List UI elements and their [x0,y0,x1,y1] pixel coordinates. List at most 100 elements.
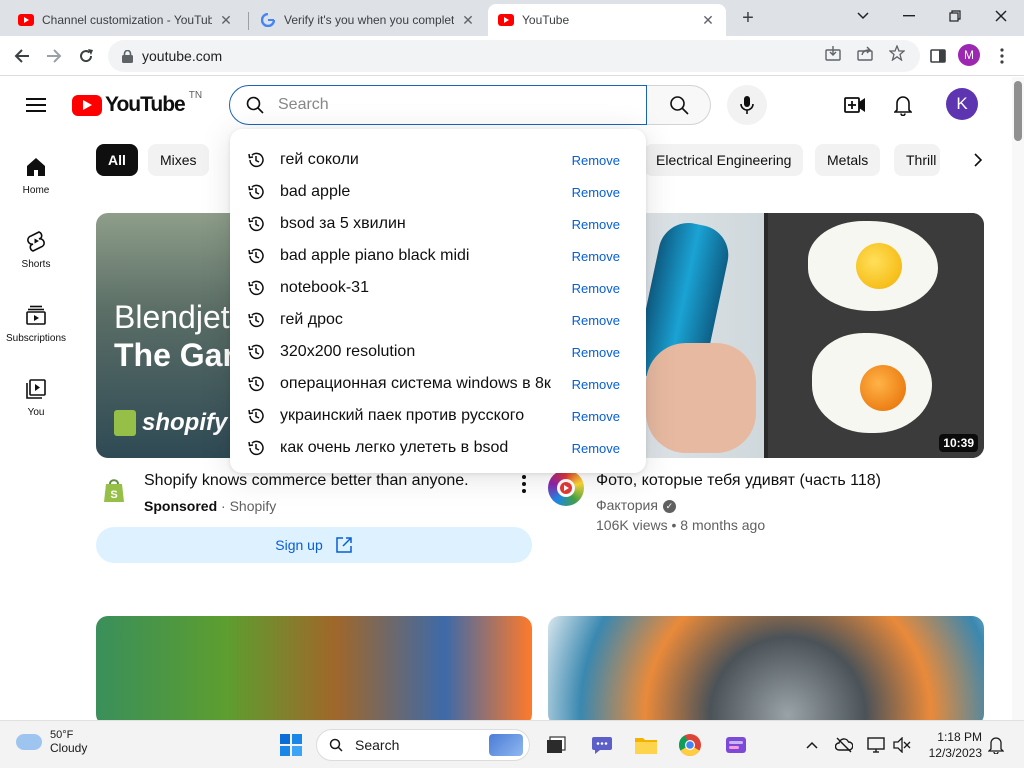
rail-item-home[interactable]: Home [0,155,72,196]
more-actions-icon[interactable] [516,474,532,494]
lock-icon[interactable] [120,49,134,63]
tab-search-chevron-icon[interactable] [848,4,878,28]
new-tab-plus-icon[interactable]: + [736,6,760,30]
history-icon [246,310,266,330]
suggestion-item[interactable]: bsod за 5 хвилин Remove [230,208,646,240]
suggestion-item[interactable]: гей дрос Remove [230,304,646,336]
windows-start-icon[interactable] [277,731,305,759]
remove-suggestion-link[interactable]: Remove [572,313,620,328]
browser-profile-avatar[interactable]: M [958,44,980,66]
video-title[interactable]: Shopify knows commerce better than anyon… [144,472,469,490]
create-video-icon[interactable] [843,93,867,117]
channel-avatar[interactable]: S [96,472,132,508]
remove-suggestion-link[interactable]: Remove [572,377,620,392]
voice-search-button[interactable] [727,85,767,125]
notifications-bell-icon[interactable] [891,93,915,117]
channel-avatar[interactable] [548,470,584,506]
close-tab-icon[interactable]: ✕ [460,12,476,28]
suggestion-list: гей соколи Remove bad apple Remove bsod за 5… [230,144,646,464]
notifications-bell-icon[interactable] [986,735,1006,755]
sign-up-button[interactable]: Sign up [96,527,532,563]
weather-widget[interactable]: 50°F Cloudy [16,729,87,755]
bookmark-star-icon[interactable] [888,44,906,62]
search-box[interactable] [229,85,647,125]
more-menu-icon[interactable] [988,42,1016,70]
suggestion-item[interactable]: 320x200 resolution Remove [230,336,646,368]
chrome-icon[interactable] [676,731,704,759]
close-tab-icon[interactable]: ✕ [218,12,234,28]
minimize-icon[interactable] [894,4,924,28]
cloud-sync-off-icon[interactable] [834,735,854,755]
system-clock[interactable]: 1:18 PM 12/3/2023 [922,729,982,761]
chip-electrical-engineering[interactable]: Electrical Engineering [644,144,804,176]
task-view-icon[interactable] [542,731,570,759]
close-tab-icon[interactable]: ✕ [700,12,716,28]
volume-muted-icon[interactable] [892,735,912,755]
remove-suggestion-link[interactable]: Remove [572,153,620,168]
home-icon [24,155,48,179]
thumbnail-text: The Gan [114,337,243,373]
rail-label: Subscriptions [5,333,67,344]
remove-suggestion-link[interactable]: Remove [572,217,620,232]
remove-suggestion-link[interactable]: Remove [572,281,620,296]
suggestion-item[interactable]: notebook-31 Remove [230,272,646,304]
tab-verify[interactable]: Verify it's you when you complete ✕ [250,4,486,36]
remove-suggestion-link[interactable]: Remove [572,441,620,456]
youtube-logo[interactable]: YouTube TN [72,90,202,117]
video-thumbnail[interactable] [548,616,984,726]
forward-arrow-icon[interactable] [40,42,68,70]
search-button[interactable] [647,85,711,125]
sign-up-label: Sign up [275,537,323,553]
rail-item-subscriptions[interactable]: Subscriptions [0,303,72,344]
video-thumbnail[interactable] [96,616,532,726]
remove-suggestion-link[interactable]: Remove [572,249,620,264]
suggestion-item[interactable]: украинский паек против русского Remove [230,400,646,432]
remove-suggestion-link[interactable]: Remove [572,345,620,360]
file-explorer-icon[interactable] [632,731,660,759]
tab-youtube[interactable]: YouTube ✕ [488,4,726,36]
rail-item-you[interactable]: You [0,377,72,418]
external-link-icon [335,537,352,553]
remove-suggestion-link[interactable]: Remove [572,409,620,424]
remove-suggestion-link[interactable]: Remove [572,185,620,200]
search-input[interactable] [278,96,618,114]
share-icon[interactable] [856,44,874,62]
rail-item-shorts[interactable]: Shorts [0,229,72,270]
channel-name[interactable]: Фактория [596,497,658,513]
clipchamp-icon[interactable] [722,731,750,759]
chip-metals[interactable]: Metals [815,144,881,176]
suggestion-item[interactable]: операционная система windows в 8к Remove [230,368,646,400]
channel-name[interactable]: Shopify [230,498,277,514]
display-icon[interactable] [866,735,886,755]
history-icon [246,438,266,458]
address-bar[interactable]: youtube.com [108,40,920,72]
install-app-icon[interactable] [824,44,842,62]
taskbar-search-label: Search [355,737,400,753]
back-arrow-icon[interactable] [8,42,36,70]
reload-icon[interactable] [72,42,100,70]
show-hidden-icons-chevron-icon[interactable] [802,735,822,755]
sponsored-label: Sponsored [144,498,218,514]
page-scrollbar[interactable] [1012,77,1024,720]
suggestion-item[interactable]: гей соколи Remove [230,144,646,176]
taskbar-search[interactable]: Search [316,729,530,761]
suggestion-item[interactable]: bad apple Remove [230,176,646,208]
close-window-icon[interactable] [986,4,1016,28]
scrollbar-thumb[interactable] [1014,81,1022,141]
suggestion-item[interactable]: bad apple piano black midi Remove [230,240,646,272]
chevron-right-icon[interactable] [966,148,990,172]
restore-icon[interactable] [940,4,970,28]
chip-all[interactable]: All [96,144,138,176]
account-avatar[interactable]: K [946,88,978,120]
search-highlight-image [489,734,523,756]
verified-check-icon: ✓ [662,499,676,513]
tab-channel-customization[interactable]: Channel customization - YouTube ✕ [8,4,244,36]
teams-chat-icon[interactable] [588,731,616,759]
upload-age: 8 months ago [680,517,766,533]
video-title[interactable]: Фото, которые тебя удивят (часть 118) [596,472,881,490]
chip-mixes[interactable]: Mixes [148,144,209,176]
suggestion-item[interactable]: как очень легко улететь в bsod Remove [230,432,646,464]
side-panel-icon[interactable] [924,42,952,70]
hamburger-menu-icon[interactable] [22,91,50,119]
chip-thrill[interactable]: Thrill [894,144,940,176]
